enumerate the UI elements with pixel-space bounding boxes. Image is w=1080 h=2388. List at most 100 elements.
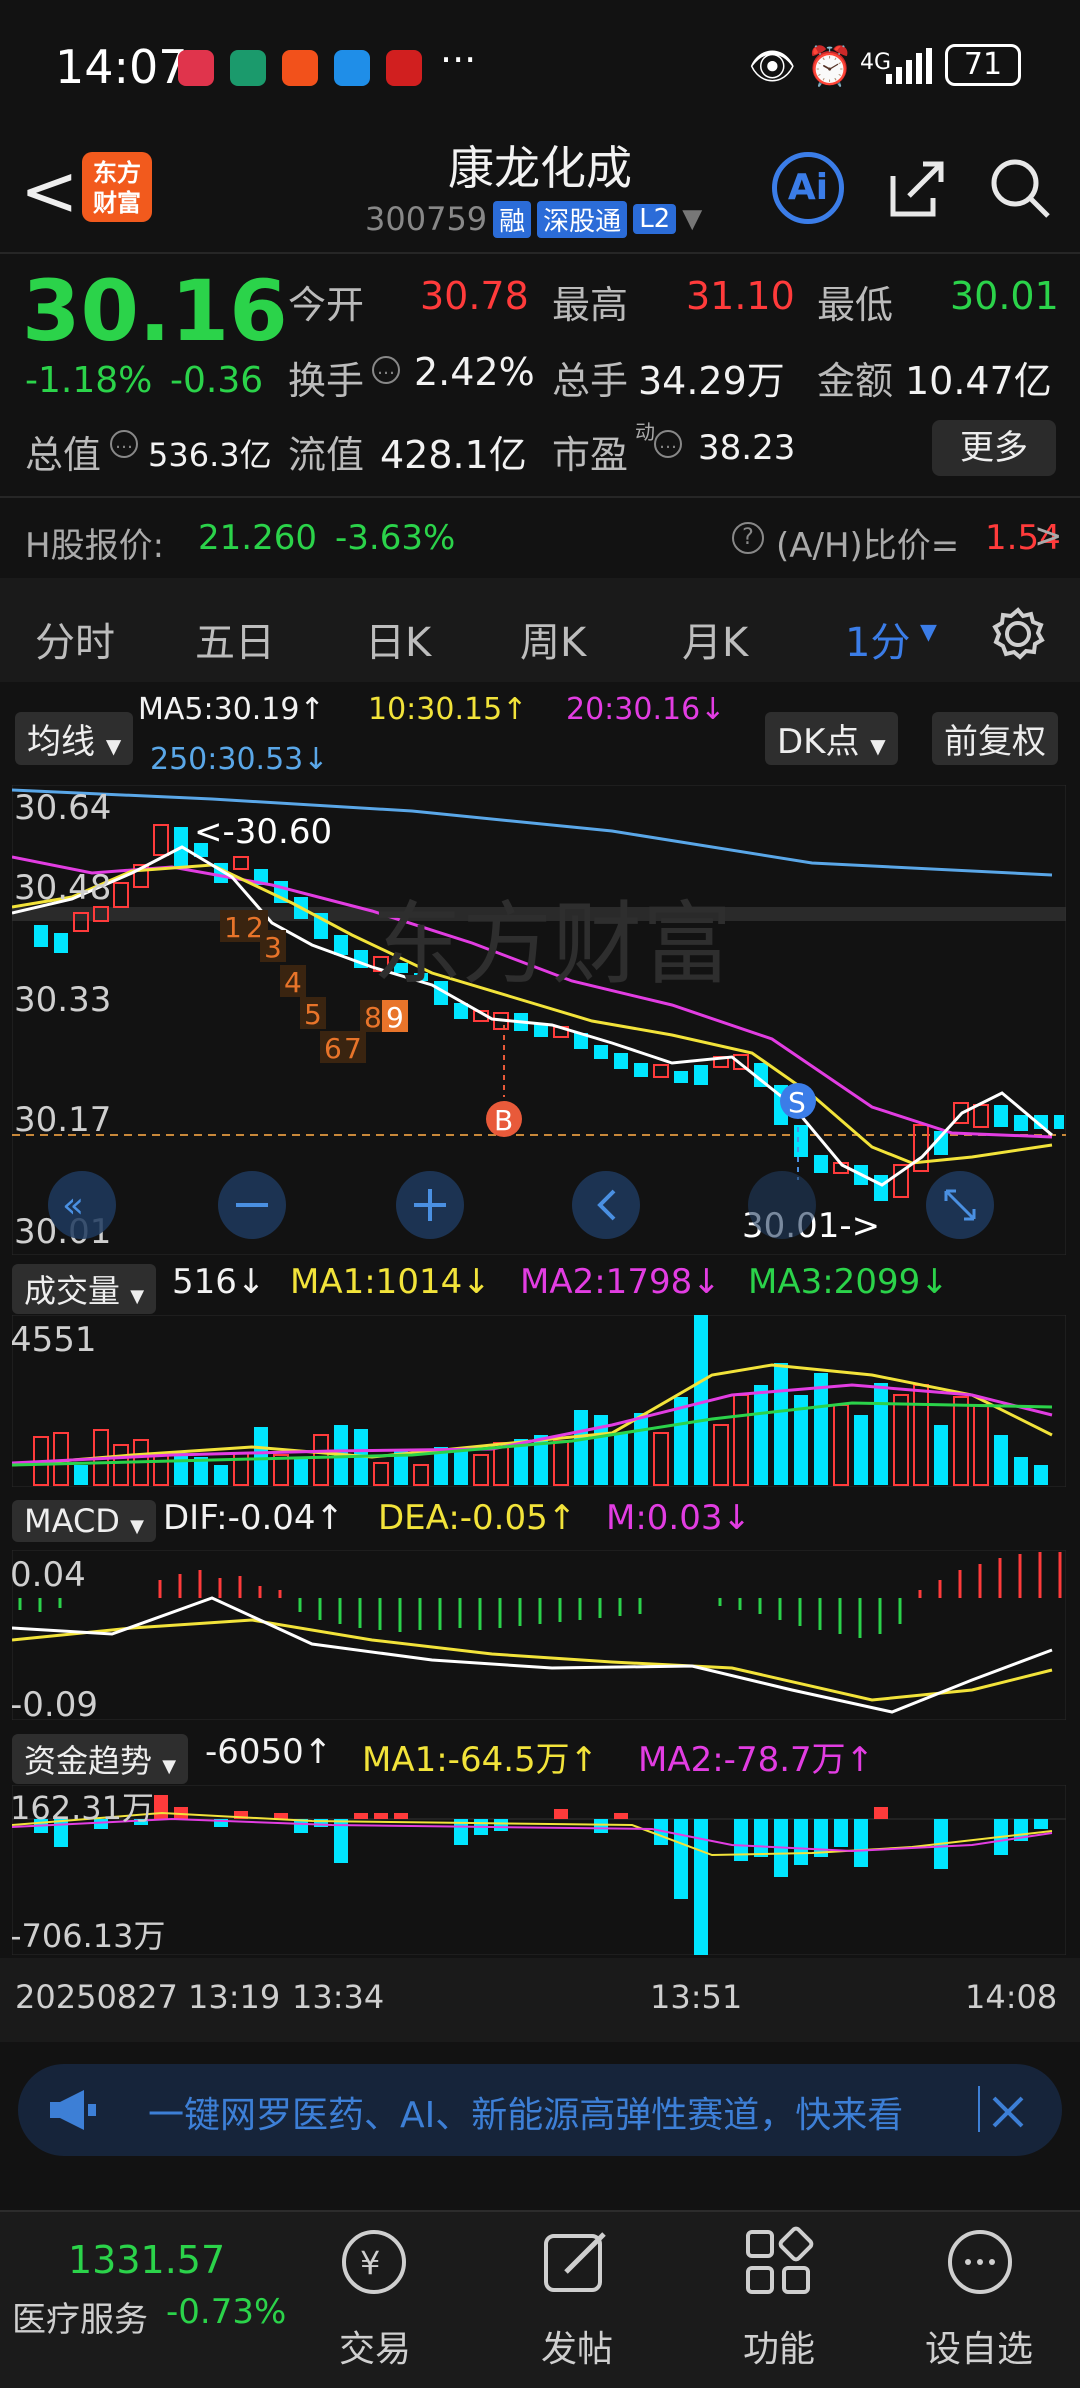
tab-weekly-k[interactable]: 周K — [520, 610, 586, 668]
margin-tag: 融 — [493, 200, 532, 238]
tab-daily-k[interactable]: 日K — [365, 610, 431, 668]
add-watchlist-button[interactable]: 设自选 — [914, 2320, 1044, 2372]
sequence-marker: 5 — [304, 998, 322, 1031]
notification-app-icon — [282, 50, 318, 86]
share-icon[interactable] — [885, 158, 947, 220]
high-value: 31.10 — [686, 274, 795, 318]
settings-gear-icon[interactable] — [990, 606, 1046, 662]
svg-text:«: « — [62, 1185, 84, 1226]
notification-app-icon — [334, 50, 370, 86]
open-label: 今开 — [288, 283, 365, 327]
sequence-marker: 3 — [264, 931, 282, 964]
sequence-marker: 8 — [364, 1001, 382, 1034]
status-time: 14:07 — [55, 40, 188, 94]
search-icon[interactable] — [988, 156, 1052, 220]
svg-text:S: S — [788, 1086, 806, 1119]
kline-chart[interactable]: 东方财富 30.64 30.48 30.33 30.17 30.01 <-30.… — [12, 785, 1066, 1255]
market-cap-value: 536.3亿 — [148, 436, 272, 474]
volume-value: 34.29万 — [638, 359, 785, 403]
close-icon[interactable] — [988, 2092, 1028, 2132]
chevron-right-icon[interactable]: > — [1034, 516, 1063, 556]
price-axis-label: 30.33 — [14, 980, 111, 1020]
divider — [0, 496, 1080, 498]
low-value: 30.01 — [950, 274, 1059, 318]
post-edit-icon[interactable] — [540, 2226, 612, 2298]
macd-selector[interactable]: MACD ▼ — [12, 1500, 156, 1542]
turnover-value: 2.42% — [414, 350, 535, 394]
adjust-button[interactable]: 前复权 — [932, 712, 1058, 765]
volume-ma3: MA3:2099↓ — [748, 1262, 949, 1302]
fund-trend-ma1: MA1:-64.5万↑ — [362, 1740, 599, 1780]
scroll-right-button[interactable] — [748, 1171, 816, 1239]
time-axis-label: 13:51 — [650, 1978, 743, 2016]
promo-banner-text: 一键网罗医药、AI、新能源高弹性赛道，快来看 — [148, 2095, 904, 2136]
dk-point-button[interactable]: DK点 ▼ — [765, 712, 898, 765]
ah-ratio-label: (A/H)比价= — [776, 526, 960, 566]
macd-dea: DEA:-0.05↑ — [378, 1498, 577, 1538]
megaphone-icon — [50, 2090, 96, 2130]
add-watchlist-icon[interactable] — [944, 2226, 1016, 2298]
volume-chart[interactable]: 4551 — [12, 1315, 1066, 1487]
function-grid-icon[interactable] — [742, 2226, 814, 2298]
signal-icon — [886, 48, 932, 84]
volume-label: 总手 — [552, 359, 629, 403]
time-axis-label: 13:34 — [292, 1978, 385, 2016]
macd-dif: DIF:-0.04↑ — [163, 1498, 345, 1538]
volume-selector[interactable]: 成交量 ▼ — [12, 1264, 157, 1314]
volume-ma1: MA1:1014↓ — [290, 1262, 491, 1302]
trade-button[interactable]: 交易 — [310, 2320, 440, 2372]
ma-selector[interactable]: 均线 ▼ — [15, 712, 134, 765]
tab-five-day[interactable]: 五日 — [195, 610, 275, 668]
price-axis-label: 30.48 — [14, 868, 111, 908]
time-axis-label: 20250827 13:19 — [15, 1978, 281, 2016]
scroll-left-button[interactable] — [572, 1171, 640, 1239]
sequence-marker: 9 — [386, 1001, 404, 1034]
sector-index-pct: -0.73% — [166, 2292, 287, 2332]
tab-one-minute[interactable]: 1分 — [845, 610, 910, 668]
fund-trend-chart[interactable]: 162.31万 -706.13万 — [12, 1785, 1066, 1955]
float-cap-label: 流值 — [288, 433, 365, 477]
help-icon[interactable]: ? — [732, 522, 764, 554]
notification-app-icon — [178, 50, 214, 86]
pe-label: 市盈 — [552, 433, 629, 477]
pe-value: 38.23 — [698, 428, 796, 468]
volume-max-label: 4551 — [12, 1320, 97, 1360]
alarm-icon: ⏰ — [806, 44, 854, 88]
ma5-value: MA5:30.19↑ — [138, 692, 325, 727]
tab-intraday[interactable]: 分时 — [35, 610, 115, 668]
info-icon[interactable]: … — [372, 356, 400, 384]
price-axis-label: 30.64 — [14, 788, 111, 828]
low-label: 最低 — [817, 283, 894, 327]
sector-index-value[interactable]: 1331.57 — [68, 2238, 225, 2282]
info-icon[interactable]: … — [110, 430, 138, 458]
macd-top-label: 0.04 — [12, 1555, 86, 1595]
macd-bottom-label: -0.09 — [12, 1685, 98, 1720]
high-label: 最高 — [552, 283, 629, 327]
stock-code-line[interactable]: 300759 融 深股通 L2 ▼ — [365, 200, 702, 238]
svg-text:¥: ¥ — [360, 2244, 380, 2282]
trade-icon[interactable]: ¥ — [338, 2226, 410, 2298]
fund-trend-ma2: MA2:-78.7万↑ — [638, 1740, 875, 1780]
more-button[interactable]: 更多 — [932, 420, 1056, 476]
function-button[interactable]: 功能 — [714, 2320, 844, 2372]
fund-trend-selector[interactable]: 资金趋势 ▼ — [12, 1734, 189, 1784]
macd-chart[interactable]: 0.04 -0.09 — [12, 1550, 1066, 1720]
post-button[interactable]: 发帖 — [512, 2320, 642, 2372]
divider — [978, 2086, 980, 2132]
volume-current: 516↓ — [172, 1262, 266, 1302]
h-share-pct: -3.63% — [335, 518, 456, 558]
caret-down-icon: ▼ — [920, 620, 937, 645]
change-amount: -0.36 — [170, 360, 264, 401]
sector-name[interactable]: 医疗服务 — [12, 2292, 148, 2341]
change-percent: -1.18% — [25, 360, 153, 401]
current-price: 30.16 — [22, 262, 288, 360]
high-price-marker: <-30.60 — [194, 812, 332, 852]
sequence-marker: 6 — [324, 1032, 342, 1065]
sequence-marker: 4 — [284, 966, 302, 999]
tab-monthly-k[interactable]: 月K — [682, 610, 748, 668]
level2-tag: L2 — [633, 204, 677, 234]
stock-code: 300759 — [365, 200, 488, 238]
h-share-label: H股报价: — [25, 526, 165, 566]
ai-assistant-button[interactable]: Ai — [772, 152, 844, 224]
info-icon[interactable]: … — [654, 430, 682, 458]
